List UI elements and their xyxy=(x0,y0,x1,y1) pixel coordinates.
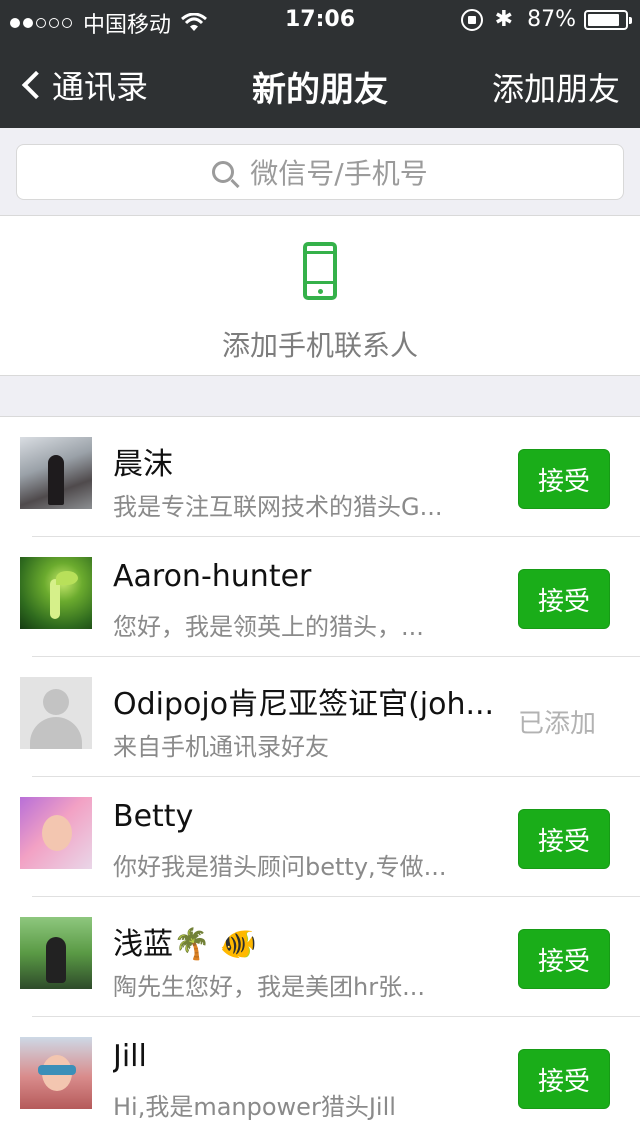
accept-button[interactable]: 接受 xyxy=(518,809,610,869)
battery-fill xyxy=(588,13,619,26)
contact-name: Betty xyxy=(113,799,194,834)
friend-request-list: 晨沫 我是专注互联网技术的猎头G... 接受 Aaron-hunter 您好，我… xyxy=(0,416,640,1136)
request-message: 你好我是猎头顾问betty,专做... xyxy=(113,853,447,881)
avatar[interactable] xyxy=(20,557,92,629)
request-message: 我是专注互联网技术的猎头G... xyxy=(113,493,443,521)
contact-name: Odipojo肯尼亚签证官(joh... xyxy=(113,687,495,722)
accept-button[interactable]: 接受 xyxy=(518,569,610,629)
avatar-sprout xyxy=(50,579,60,619)
avatar[interactable] xyxy=(20,797,92,869)
avatar[interactable] xyxy=(20,677,92,749)
mobile-phone-icon xyxy=(303,242,337,300)
request-message: 来自手机通讯录好友 xyxy=(113,733,329,761)
avatar-figure xyxy=(46,937,66,983)
navigation-bar: 通讯录 新的朋友 添加朋友 xyxy=(0,40,640,128)
add-phone-contacts-label: 添加手机联系人 xyxy=(221,329,418,362)
contact-name: 晨沫 xyxy=(113,447,173,482)
avatar[interactable] xyxy=(20,917,92,989)
request-message: Hi,我是manpower猎头Jill xyxy=(113,1093,396,1121)
top-bar: 中国移动 17:06 ✱ 87% 通讯录 新的朋友 添加朋友 xyxy=(0,0,640,128)
list-item[interactable]: Betty 你好我是猎头顾问betty,专做... 接受 xyxy=(0,777,640,897)
battery-percentage: 87% xyxy=(527,7,576,32)
list-item[interactable]: 晨沫 我是专注互联网技术的猎头G... 接受 xyxy=(0,417,640,537)
battery-icon xyxy=(584,9,632,30)
bluetooth-icon: ✱ xyxy=(494,7,514,32)
accept-button[interactable]: 接受 xyxy=(518,449,610,509)
avatar-face xyxy=(42,815,72,851)
rotation-lock-icon xyxy=(460,8,483,31)
add-phone-contacts[interactable]: 添加手机联系人 xyxy=(0,216,640,376)
search-icon xyxy=(212,161,235,183)
avatar[interactable] xyxy=(20,1037,92,1109)
status-right: ✱ 87% xyxy=(460,7,632,32)
contact-name: Jill xyxy=(113,1039,147,1074)
request-message: 陶先生您好，我是美团hr张... xyxy=(113,973,425,1001)
accept-button[interactable]: 接受 xyxy=(518,1049,610,1109)
add-friend-button[interactable]: 添加朋友 xyxy=(492,64,620,110)
list-item[interactable]: Jill Hi,我是manpower猎头Jill 接受 xyxy=(0,1017,640,1136)
default-avatar-icon xyxy=(20,677,92,749)
avatar-leaf xyxy=(56,571,78,585)
avatar-sunglasses xyxy=(38,1065,76,1075)
avatar[interactable] xyxy=(20,437,92,509)
list-item[interactable]: 浅蓝🌴 🐠 陶先生您好，我是美团hr张... 接受 xyxy=(0,897,640,1017)
accept-button[interactable]: 接受 xyxy=(518,929,610,989)
avatar-figure xyxy=(48,455,64,505)
search-placeholder: 微信号/手机号 xyxy=(250,157,428,190)
added-status: 已添加 xyxy=(518,709,597,739)
list-item[interactable]: Aaron-hunter 您好，我是领英上的猎头，... 接受 xyxy=(0,537,640,657)
search-input[interactable]: 微信号/手机号 xyxy=(16,144,624,200)
list-item[interactable]: Odipojo肯尼亚签证官(joh... 来自手机通讯录好友 已添加 xyxy=(0,657,640,777)
contact-name: Aaron-hunter xyxy=(113,559,312,594)
search-section: 微信号/手机号 xyxy=(0,128,640,216)
status-bar: 中国移动 17:06 ✱ 87% xyxy=(0,0,640,40)
contact-name: 浅蓝🌴 🐠 xyxy=(113,927,258,962)
request-message: 您好，我是领英上的猎头，... xyxy=(113,613,424,641)
